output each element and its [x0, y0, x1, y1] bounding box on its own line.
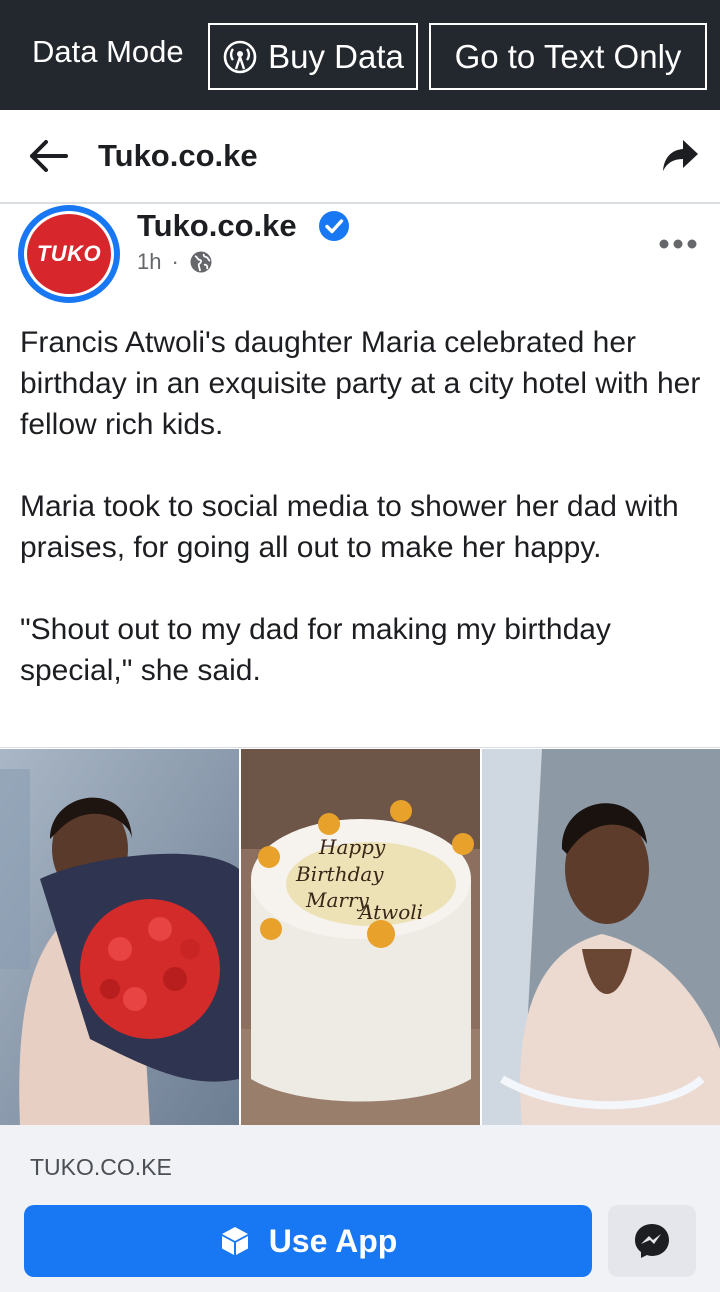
- text-only-label: Go to Text Only: [454, 37, 682, 75]
- tuko-logo: TUKO: [27, 214, 111, 294]
- cake-text: Birthday: [295, 862, 384, 886]
- use-app-button[interactable]: Use App: [24, 1205, 592, 1277]
- use-app-label: Use App: [268, 1222, 398, 1259]
- post-paragraph: Francis Atwoli's daughter Maria celebrat…: [20, 326, 701, 441]
- data-mode-label: Data Mode: [32, 34, 184, 69]
- photo-woman-portrait[interactable]: [482, 749, 720, 1126]
- messenger-button[interactable]: [608, 1205, 696, 1277]
- share-icon[interactable]: [660, 136, 700, 176]
- verified-badge-icon: [319, 211, 349, 241]
- photo-birthday-cake[interactable]: Happy Birthday Marry Atwoli: [241, 749, 480, 1126]
- post-time[interactable]: 1h: [137, 249, 161, 275]
- avatar[interactable]: TUKO: [18, 205, 120, 303]
- cake-text: Atwoli: [357, 900, 423, 924]
- post-text: Francis Atwoli's daughter Maria celebrat…: [20, 322, 710, 732]
- link-preview-footer: TUKO.CO.KE Use App: [0, 1125, 720, 1292]
- link-domain[interactable]: TUKO.CO.KE: [30, 1154, 172, 1181]
- buy-data-label: Buy Data: [268, 37, 404, 75]
- text-only-button[interactable]: Go to Text Only: [429, 23, 707, 90]
- page-title: Tuko.co.ke: [98, 138, 258, 173]
- post-paragraph: Maria took to social media to shower her…: [20, 490, 679, 564]
- avatar-ring: TUKO: [24, 211, 114, 297]
- cake-text: Happy: [318, 835, 386, 859]
- buy-data-button[interactable]: Buy Data: [208, 23, 418, 90]
- more-options-icon[interactable]: [658, 238, 698, 250]
- page-header: Tuko.co.ke: [0, 110, 720, 204]
- cube-icon: [221, 1227, 248, 1255]
- meta-separator: ·: [171, 249, 179, 274]
- post-paragraph: "Shout out to my dad for making my birth…: [20, 613, 611, 687]
- data-mode-bar: Data Mode Buy Data Go to Text Only: [0, 0, 720, 110]
- globe-icon: [190, 251, 212, 273]
- photo-collage: Happy Birthday Marry Atwoli: [0, 747, 720, 1126]
- author-name[interactable]: Tuko.co.ke: [137, 208, 297, 244]
- signal-tower-icon: [223, 40, 257, 73]
- photo-woman-with-roses[interactable]: [0, 749, 239, 1126]
- back-arrow-icon[interactable]: [26, 136, 70, 176]
- post-meta: 1h ·: [137, 249, 213, 275]
- messenger-icon: [635, 1224, 669, 1258]
